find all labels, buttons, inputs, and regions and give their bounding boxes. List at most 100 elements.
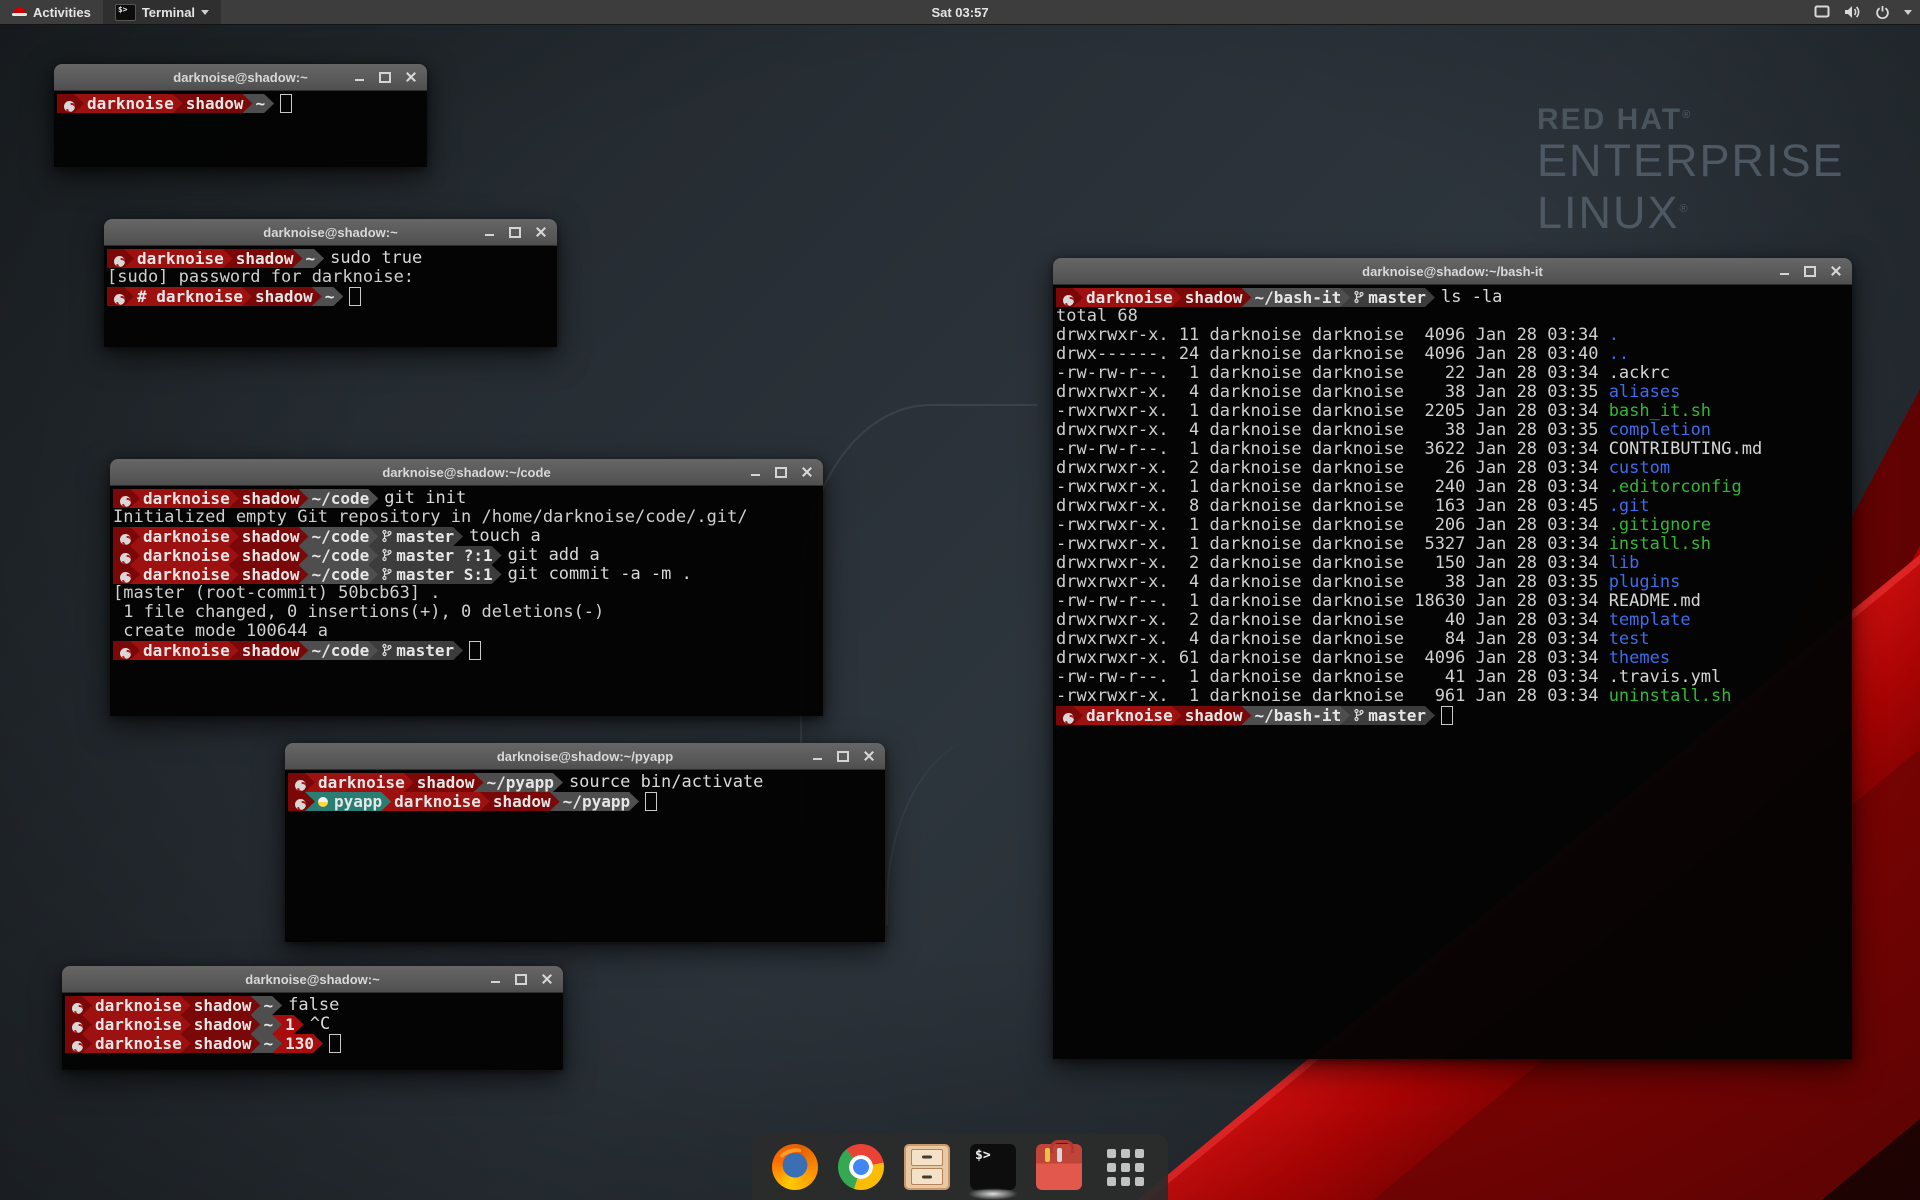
minimize-button[interactable]: [749, 466, 761, 478]
terminal-window-home-2[interactable]: darknoise@shadow:~darknoiseshadow~falsed…: [62, 966, 563, 1070]
terminal-content[interactable]: darknoiseshadow~/pyappsource bin/activat…: [285, 770, 885, 814]
clock[interactable]: Sat 03:57: [931, 5, 988, 20]
close-button[interactable]: [535, 226, 547, 238]
app-menu-terminal[interactable]: $> Terminal: [103, 0, 221, 24]
ls-row: drwxrwxr-x. 4 darknoise darknoise 84 Jan…: [1056, 630, 1849, 649]
toolbox-icon[interactable]: [1036, 1144, 1082, 1190]
ls-row-filename: lib: [1609, 553, 1640, 573]
rhel-logo-line3: LINUX®: [1537, 185, 1845, 237]
terminal-content[interactable]: darknoiseshadow~falsedarknoiseshadow~1^C…: [62, 993, 563, 1056]
ls-row-filename: completion: [1609, 420, 1711, 440]
window-titlebar[interactable]: darknoise@shadow:~: [62, 966, 563, 993]
prompt-segment-path: ~/code: [299, 546, 379, 565]
terminal-window-sudo[interactable]: darknoise@shadow:~darknoiseshadow~sudo t…: [104, 219, 557, 347]
command-text: git commit -a -m .: [508, 565, 692, 584]
power-icon[interactable]: [1875, 5, 1890, 20]
terminal-prompt-line: darknoiseshadow~/codegit init: [113, 489, 820, 508]
maximize-button[interactable]: [379, 71, 391, 83]
prompt-segment-path: ~/code: [299, 489, 379, 508]
terminal-prompt-line: darknoiseshadow~/codemastertouch a: [113, 527, 820, 546]
terminal-icon[interactable]: $>: [970, 1144, 1016, 1190]
terminal-window-pyapp[interactable]: darknoise@shadow:~/pyapp darknoiseshadow ~…: [285, 743, 885, 942]
prompt-segment-host: shadow: [229, 565, 309, 584]
terminal-output-line: [master (root-commit) 50bcb63] .: [113, 584, 820, 603]
minimize-button[interactable]: [1778, 265, 1790, 277]
distro-icon: [72, 1041, 83, 1052]
prompt-segment-user: darknoise: [130, 546, 239, 565]
terminal-prompt-line: darknoiseshadow~false: [65, 996, 560, 1015]
minimize-button[interactable]: [811, 750, 823, 762]
prompt-segment-user: darknoise: [82, 1015, 191, 1034]
minimize-button[interactable]: [489, 973, 501, 985]
terminal-content[interactable]: darknoiseshadow~/codegit initInitialized…: [110, 486, 823, 663]
window-titlebar[interactable]: darknoise@shadow:~: [54, 64, 427, 91]
ls-row-filename: .gitignore: [1609, 515, 1711, 535]
ls-row: drwxrwxr-x. 8 darknoise darknoise 163 Ja…: [1056, 497, 1849, 516]
terminal-window-home-1[interactable]: darknoise@shadow:~darknoiseshadow~: [54, 64, 427, 167]
volume-icon[interactable]: [1844, 5, 1861, 19]
ls-row-meta: -rwxrwxr-x. 1 darknoise darknoise 2205 J…: [1056, 401, 1609, 421]
terminal-content[interactable]: darknoiseshadow~sudo true[sudo] password…: [104, 246, 557, 309]
ls-row-meta: -rw-rw-r--. 1 darknoise darknoise 3622 J…: [1056, 439, 1609, 459]
ls-row-meta: drwxrwxr-x. 8 darknoise darknoise 163 Ja…: [1056, 496, 1609, 516]
prompt-segment-user: darknoise: [124, 249, 233, 268]
prompt-segment-user: darknoise: [305, 773, 414, 792]
close-button[interactable]: [1830, 265, 1842, 277]
firefox-icon[interactable]: [772, 1144, 818, 1190]
terminal-window-code[interactable]: darknoise@shadow:~/codedarknoiseshadow~/…: [110, 459, 823, 716]
window-title: darknoise@shadow:~/bash-it: [1362, 264, 1543, 279]
terminal-prompt-line: darknoiseshadow~1^C: [65, 1015, 560, 1034]
maximize-button[interactable]: [1804, 265, 1816, 277]
terminal-prompt-line: darknoiseshadow~/bash-itmaster: [1056, 706, 1849, 725]
ls-row: drwxrwxr-x. 2 darknoise darknoise 40 Jan…: [1056, 611, 1849, 630]
terminal-content[interactable]: darknoiseshadow~/bash-itmasterls -latota…: [1053, 285, 1852, 728]
app-grid-icon[interactable]: [1102, 1144, 1148, 1190]
ls-row: -rwxrwxr-x. 1 darknoise darknoise 240 Ja…: [1056, 478, 1849, 497]
window-titlebar[interactable]: darknoise@shadow:~/pyapp: [285, 743, 885, 770]
window-titlebar[interactable]: darknoise@shadow:~/code: [110, 459, 823, 486]
maximize-button[interactable]: [837, 750, 849, 762]
prompt-segment-git: master ?:1: [368, 546, 501, 565]
maximize-button[interactable]: [775, 466, 787, 478]
prompt-segment-host: shadow: [404, 773, 484, 792]
prompt-segment-host: shadow: [242, 287, 322, 306]
screen-icon[interactable]: [1814, 5, 1830, 19]
terminal-prompt-line: darknoiseshadow~130: [65, 1034, 560, 1053]
prompt-segment-git: master S:1: [368, 565, 501, 584]
terminal-window-bash-it[interactable]: darknoise@shadow:~/bash-it darknoiseshado…: [1053, 258, 1852, 1059]
prompt-segment-path: ~/pyapp: [550, 792, 639, 811]
ls-row-filename: uninstall.sh: [1609, 686, 1732, 706]
ls-row-meta: -rwxrwxr-x. 1 darknoise darknoise 240 Ja…: [1056, 477, 1609, 497]
terminal-prompt-line: darknoiseshadow~/codemaster: [113, 641, 820, 660]
activities-button[interactable]: Activities: [0, 0, 103, 24]
maximize-button[interactable]: [515, 973, 527, 985]
terminal-output-line: create mode 100644 a: [113, 622, 820, 641]
ls-row: -rw-rw-r--. 1 darknoise darknoise 41 Jan…: [1056, 668, 1849, 687]
terminal-output-line: 1 file changed, 0 insertions(+), 0 delet…: [113, 603, 820, 622]
prompt-segment-path: ~/code: [299, 565, 379, 584]
close-button[interactable]: [541, 973, 553, 985]
ls-row: -rwxrwxr-x. 1 darknoise darknoise 5327 J…: [1056, 535, 1849, 554]
minimize-button[interactable]: [483, 226, 495, 238]
files-icon[interactable]: [904, 1144, 950, 1190]
maximize-button[interactable]: [509, 226, 521, 238]
ls-row: -rwxrwxr-x. 1 darknoise darknoise 206 Ja…: [1056, 516, 1849, 535]
distro-icon: [295, 799, 306, 810]
prompt-segment-user: darknoise: [1073, 288, 1182, 307]
window-titlebar[interactable]: darknoise@shadow:~/bash-it: [1053, 258, 1852, 285]
chevron-down-icon[interactable]: [1904, 10, 1912, 15]
window-titlebar[interactable]: darknoise@shadow:~: [104, 219, 557, 246]
terminal-content[interactable]: darknoiseshadow~: [54, 91, 427, 116]
prompt-segment-user: darknoise: [130, 527, 239, 546]
window-title: darknoise@shadow:~: [245, 972, 379, 987]
prompt-segment-host: shadow: [229, 546, 309, 565]
chrome-icon[interactable]: [838, 1144, 884, 1190]
minimize-button[interactable]: [353, 71, 365, 83]
prompt-segment-git: master: [1340, 706, 1435, 725]
close-button[interactable]: [801, 466, 813, 478]
close-button[interactable]: [405, 71, 417, 83]
command-text: touch a: [469, 527, 541, 546]
command-text: false: [288, 996, 339, 1015]
distro-icon: [114, 294, 125, 305]
close-button[interactable]: [863, 750, 875, 762]
